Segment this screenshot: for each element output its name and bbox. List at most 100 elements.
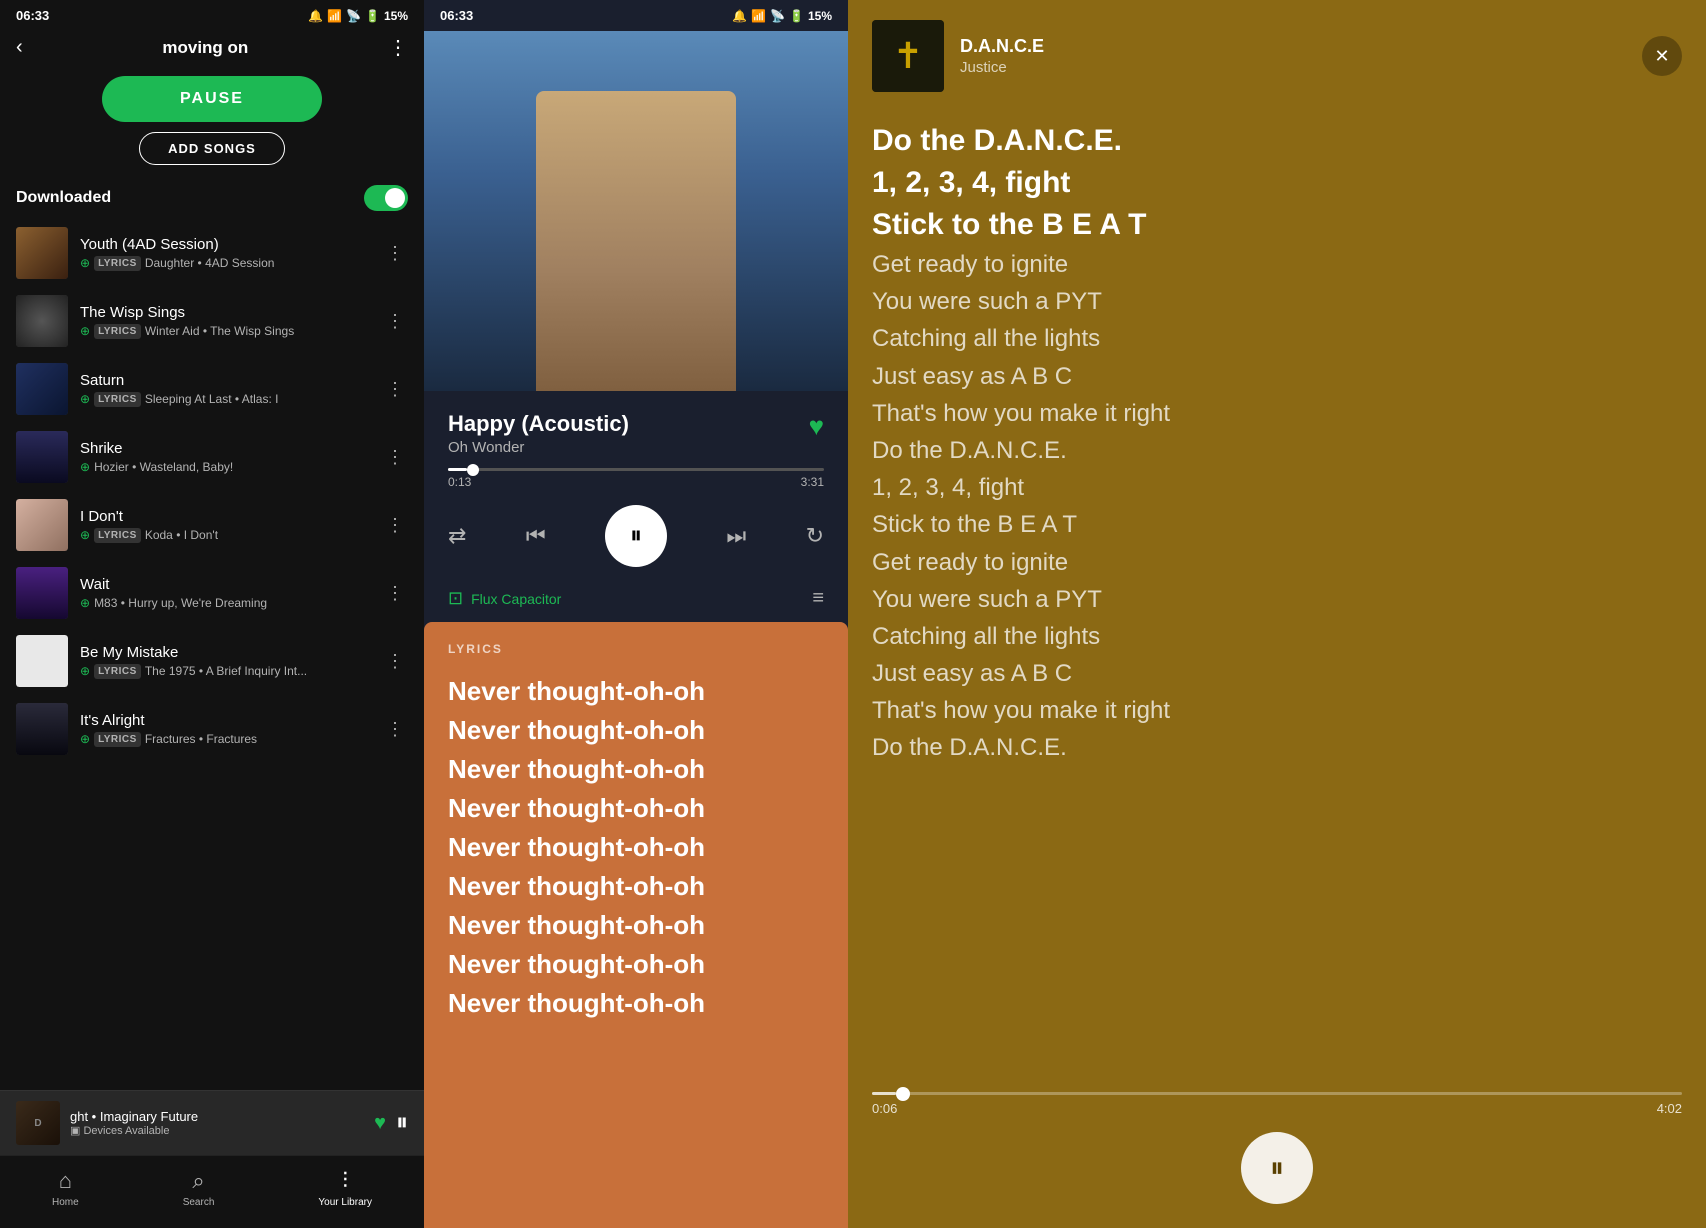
artist-wait: M83 • Hurry up, We're Dreaming	[94, 596, 267, 610]
song-more-idont[interactable]: ⋮	[382, 515, 408, 536]
song-meta-mistake: ⊕ LYRICS The 1975 • A Brief Inquiry Int.…	[80, 664, 370, 679]
artist-saturn: Sleeping At Last • Atlas: I	[145, 392, 279, 406]
lyric-line-right-1: That's how you make it right	[872, 395, 1682, 432]
playlist-header: ‹ moving on ⋮	[0, 31, 424, 68]
player-wifi-icon: 📡	[770, 9, 785, 23]
search-label: Search	[183, 1197, 215, 1208]
justice-art: ✝	[872, 20, 944, 92]
artist-idont: Koda • I Don't	[145, 528, 218, 542]
lyrics-pause-button[interactable]: ⏸	[1241, 1132, 1313, 1204]
lyrics-line-6: Never thought-oh-oh	[448, 867, 824, 906]
download-icon-idont: ⊕	[80, 528, 90, 542]
song-meta-wait: ⊕ M83 • Hurry up, We're Dreaming	[80, 596, 370, 610]
downloaded-toggle[interactable]	[364, 185, 408, 211]
lyrics-badge-idont: LYRICS	[94, 528, 141, 543]
song-item-alright[interactable]: It's Alright ⊕ LYRICS Fractures • Fractu…	[0, 695, 424, 763]
full-lyrics-panel: ✝ D.A.N.C.E Justice ✕ Do the D.A.N.C.E. …	[848, 0, 1706, 1228]
np-actions: ♥ ⏸	[374, 1109, 408, 1137]
nav-home[interactable]: ⌂ Home	[52, 1168, 79, 1208]
repeat-button[interactable]: ↻	[806, 523, 824, 549]
pause-button[interactable]: PAUSE	[102, 76, 322, 122]
shuffle-button[interactable]: ⇄	[448, 523, 466, 549]
battery-pct: 15%	[384, 9, 408, 23]
download-icon-shrike: ⊕	[80, 460, 90, 474]
download-icon-alright: ⊕	[80, 732, 90, 746]
player-battery-pct: 15%	[808, 9, 832, 23]
song-info-youth: Youth (4AD Session) ⊕ LYRICS Daughter • …	[80, 236, 370, 271]
np-pause-icon[interactable]: ⏸	[396, 1109, 408, 1137]
song-more-youth[interactable]: ⋮	[382, 243, 408, 264]
song-art-youth	[16, 227, 68, 279]
lyric-line-abc-2: Just easy as A B C	[872, 655, 1682, 692]
player-song-info: Happy (Acoustic) Oh Wonder ♥	[424, 391, 848, 460]
now-playing-bar[interactable]: D ght • Imaginary Future ▣ Devices Avail…	[0, 1090, 424, 1155]
song-art-wait	[16, 567, 68, 619]
lyric-line-fight-2: 1, 2, 3, 4, fight	[872, 469, 1682, 506]
nav-library[interactable]: ⫶ Your Library	[318, 1168, 372, 1208]
progress-thumb	[467, 464, 479, 476]
song-name-shrike: Shrike	[80, 440, 370, 457]
lyrics-badge-wisp: LYRICS	[94, 324, 141, 339]
song-info-wisp: The Wisp Sings ⊕ LYRICS Winter Aid • The…	[80, 304, 370, 339]
add-songs-button[interactable]: ADD SONGS	[139, 132, 285, 165]
lyrics-artist: Justice	[960, 59, 1626, 76]
song-art-mistake	[16, 635, 68, 687]
lyric-line-fight-1: 1, 2, 3, 4, fight	[872, 162, 1682, 204]
song-item-wait[interactable]: Wait ⊕ M83 • Hurry up, We're Dreaming ⋮	[0, 559, 424, 627]
song-more-mistake[interactable]: ⋮	[382, 651, 408, 672]
cast-device-name[interactable]: Flux Capacitor	[471, 591, 561, 607]
song-item-idont[interactable]: I Don't ⊕ LYRICS Koda • I Don't ⋮	[0, 491, 424, 559]
player-controls: ⇄ ⏮ ⏸ ⏭ ↻	[424, 497, 848, 583]
download-icon-saturn: ⊕	[80, 392, 90, 406]
home-label: Home	[52, 1197, 79, 1208]
player-panel: 06:33 🔔 📶 📡 🔋 15% Happy (Acoustic) Oh Wo…	[424, 0, 848, 1228]
queue-icon[interactable]: ≡	[812, 587, 824, 610]
lyric-line-dance-2: Do the D.A.N.C.E.	[872, 432, 1682, 469]
lyric-line-lights-1: Catching all the lights	[872, 320, 1682, 357]
song-item-youth[interactable]: Youth (4AD Session) ⊕ LYRICS Daughter • …	[0, 219, 424, 287]
cast-bar: ⊡ Flux Capacitor ≡	[424, 583, 848, 622]
lyrics-line-3: Never thought-oh-oh	[448, 750, 824, 789]
play-pause-button[interactable]: ⏸	[605, 505, 667, 567]
signal-icon: 📶	[327, 9, 342, 23]
lyrics-times: 0:06 4:02	[872, 1101, 1682, 1116]
song-more-wait[interactable]: ⋮	[382, 583, 408, 604]
np-heart-icon[interactable]: ♥	[374, 1112, 386, 1135]
song-item-shrike[interactable]: Shrike ⊕ Hozier • Wasteland, Baby! ⋮	[0, 423, 424, 491]
more-options-button[interactable]: ⋮	[388, 35, 408, 60]
song-more-shrike[interactable]: ⋮	[382, 447, 408, 468]
song-meta-alright: ⊕ LYRICS Fractures • Fractures	[80, 732, 370, 747]
download-icon-youth: ⊕	[80, 256, 90, 270]
download-icon-wisp: ⊕	[80, 324, 90, 338]
lyric-line-dance-3: Do the D.A.N.C.E.	[872, 729, 1682, 766]
song-item-saturn[interactable]: Saturn ⊕ LYRICS Sleeping At Last • Atlas…	[0, 355, 424, 423]
song-info-alright: It's Alright ⊕ LYRICS Fractures • Fractu…	[80, 712, 370, 747]
pause-icon: ⏸	[630, 522, 642, 550]
song-name-wisp: The Wisp Sings	[80, 304, 370, 321]
nav-bar: ⌂ Home ⌕ Search ⫶ Your Library	[0, 1155, 424, 1228]
lyrics-line-1: Never thought-oh-oh	[448, 672, 824, 711]
song-info-mistake: Be My Mistake ⊕ LYRICS The 1975 • A Brie…	[80, 644, 370, 679]
player-battery-icon: 🔋	[789, 9, 804, 23]
song-more-wisp[interactable]: ⋮	[382, 311, 408, 332]
back-button[interactable]: ‹	[16, 36, 23, 59]
previous-button[interactable]: ⏮	[526, 523, 546, 549]
song-item-wisp[interactable]: The Wisp Sings ⊕ LYRICS Winter Aid • The…	[0, 287, 424, 355]
lyrics-header: ✝ D.A.N.C.E Justice ✕	[848, 0, 1706, 112]
close-button[interactable]: ✕	[1642, 36, 1682, 76]
devices-icon: ▣	[70, 1125, 80, 1137]
progress-track[interactable]	[448, 468, 824, 471]
lyrics-line-5: Never thought-oh-oh	[448, 828, 824, 867]
song-item-mistake[interactable]: Be My Mistake ⊕ LYRICS The 1975 • A Brie…	[0, 627, 424, 695]
cast-left: ⊡ Flux Capacitor	[448, 588, 561, 609]
next-button[interactable]: ⏭	[726, 523, 746, 549]
lyrics-song-info: D.A.N.C.E Justice	[960, 36, 1626, 76]
nav-search[interactable]: ⌕ Search	[183, 1168, 215, 1208]
player-heart-icon[interactable]: ♥	[809, 411, 824, 442]
song-more-alright[interactable]: ⋮	[382, 719, 408, 740]
player-status-time: 06:33	[440, 8, 473, 23]
lyrics-time-current: 0:06	[872, 1101, 897, 1116]
lyrics-progress-track[interactable]	[872, 1092, 1682, 1095]
lyrics-progress-area: 0:06 4:02	[848, 1080, 1706, 1124]
song-more-saturn[interactable]: ⋮	[382, 379, 408, 400]
